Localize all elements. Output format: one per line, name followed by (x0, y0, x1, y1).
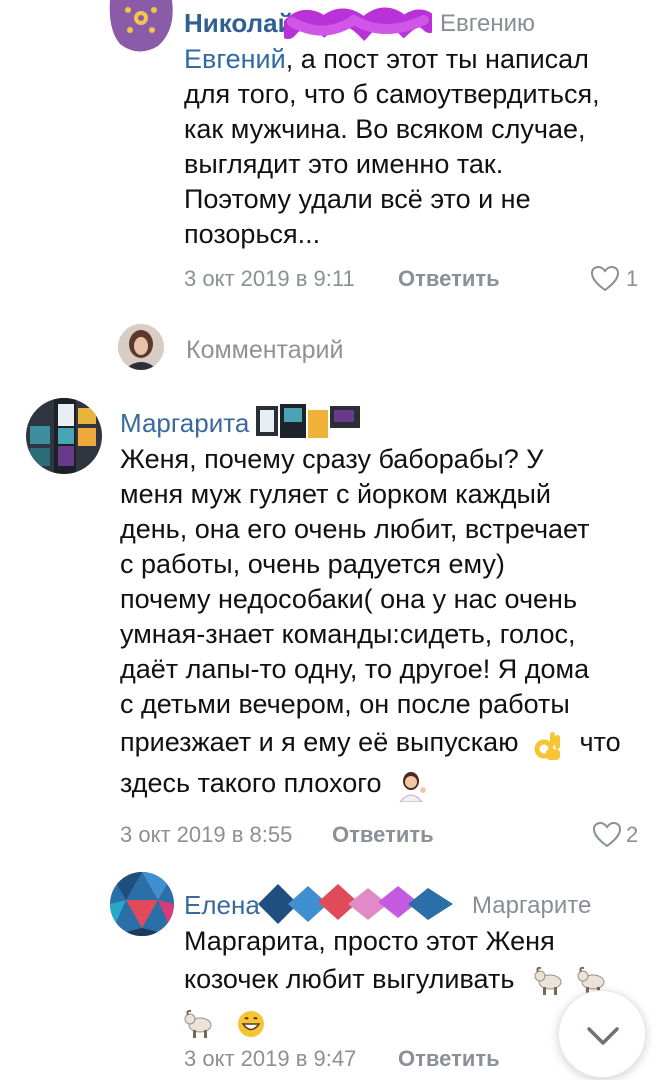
comment-date: 3 окт 2019 в 8:55 (120, 822, 293, 847)
user-avatar (118, 324, 164, 370)
chevron-down-icon (587, 1027, 619, 1045)
comment-author[interactable]: Николай (184, 8, 294, 39)
comment-date: 3 окт 2019 в 9:11 (184, 266, 355, 291)
reply-to[interactable]: Маргарите (472, 892, 591, 920)
comment-text: Евгений, а пост этот ты написал для того… (184, 44, 600, 249)
heart-icon (590, 265, 620, 292)
reply-button[interactable]: Ответить (398, 266, 500, 292)
like-button[interactable]: 1 (590, 264, 650, 294)
avatar[interactable] (26, 398, 102, 474)
mention-text[interactable]: Маргарита (184, 926, 318, 956)
ok-hand-emoji (534, 729, 564, 760)
grinning-emoji (236, 1008, 266, 1038)
comment-author[interactable]: Елена (184, 890, 260, 921)
comment-date: 3 окт 2019 в 9:47 (184, 1046, 357, 1071)
avatar[interactable] (108, 0, 174, 54)
scroll-down-button[interactable] (558, 990, 646, 1078)
goat-emoji (184, 1008, 214, 1038)
comment-input-placeholder[interactable]: Комментарий (186, 336, 343, 365)
reply-button[interactable]: Ответить (398, 1046, 500, 1072)
like-button[interactable]: 2 (592, 820, 652, 850)
like-count: 1 (626, 266, 639, 291)
reply-to[interactable]: Евгению (440, 10, 535, 38)
reply-button[interactable]: Ответить (332, 822, 434, 848)
name-scribble (258, 884, 453, 924)
heart-icon (592, 821, 622, 848)
comment-text: Женя, почему сразу баборабы? У меня муж … (120, 442, 660, 804)
comment-author[interactable]: Маргарита (120, 408, 249, 439)
like-count: 2 (626, 822, 639, 847)
name-scribble (284, 7, 432, 42)
mention-link[interactable]: Евгений (184, 44, 286, 74)
person-tipping-hand-emoji (395, 770, 426, 803)
avatar[interactable] (110, 872, 174, 936)
